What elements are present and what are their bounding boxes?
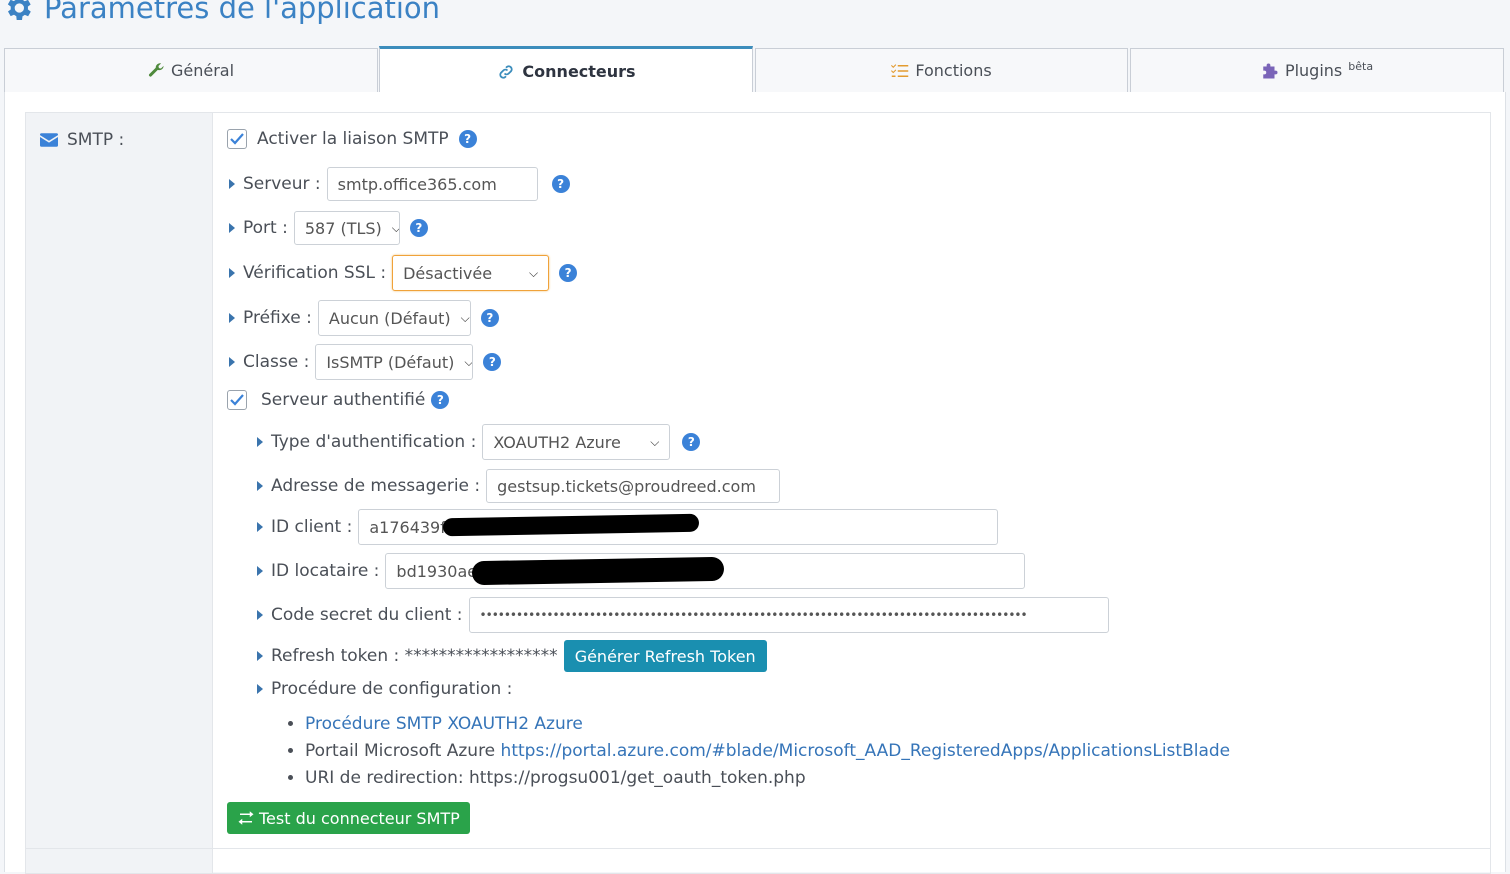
client-id-input[interactable]: a176439f: [358, 509, 999, 545]
help-icon[interactable]: ?: [559, 264, 578, 282]
port-select[interactable]: 587 (TLS)⌵: [293, 211, 400, 245]
auth-row: Serveur authentifié ?: [227, 390, 450, 410]
class-label: Classe :: [243, 352, 310, 372]
enable-smtp-row: Activer la liaison SMTP ?: [227, 129, 477, 149]
ssl-label: Vérification SSL :: [243, 263, 387, 283]
chevron-down-icon: ⌵: [392, 221, 399, 236]
procedure-link[interactable]: Procédure SMTP XOAUTH2 Azure: [305, 714, 583, 734]
portal-link[interactable]: https://portal.azure.com/#blade/Microsof…: [501, 741, 1231, 761]
help-icon[interactable]: ?: [431, 391, 450, 409]
caret-right-icon: [257, 684, 263, 694]
secret-row: Code secret du client : ••••••••••••••••…: [257, 597, 1109, 633]
generate-refresh-token-button[interactable]: Générer Refresh Token: [563, 640, 767, 672]
list-item: Portail Microsoft Azure https://portal.a…: [305, 738, 1230, 765]
server-label: Serveur :: [243, 174, 321, 194]
help-icon[interactable]: ?: [551, 175, 570, 193]
page-title: Paramètres de l'application: [2, 0, 440, 28]
tab-panel-connecteurs: SMTP : Activer la liaison SMTP ? Serveur…: [4, 92, 1506, 874]
caret-right-icon: [229, 357, 235, 367]
section-label-column: SMTP :: [26, 113, 213, 873]
redaction-mark: [443, 513, 700, 537]
exchange-icon: [238, 811, 254, 825]
chevron-down-icon: ⌵: [464, 354, 474, 369]
auth-checkbox[interactable]: [227, 390, 247, 410]
help-icon[interactable]: ?: [483, 353, 502, 371]
tenant-row: ID locataire : bd1930ae: [257, 553, 1026, 589]
list-item: Procédure SMTP XOAUTH2 Azure: [305, 711, 1230, 738]
list-item: URI de redirection: https://progsu001/ge…: [305, 765, 1230, 792]
tab-fonctions[interactable]: Fonctions: [755, 48, 1128, 92]
tenant-label: ID locataire :: [271, 561, 380, 581]
prefix-row: Préfixe : Aucun (Défaut) ⌵ ?: [229, 300, 499, 336]
secret-label: Code secret du client :: [271, 605, 463, 625]
chevron-down-icon: ⌵: [529, 265, 539, 280]
server-input[interactable]: smtp.office365.com: [326, 167, 538, 201]
caret-right-icon: [257, 522, 263, 532]
checkmark-icon: [230, 133, 244, 145]
enable-smtp-label: Activer la liaison SMTP: [257, 129, 449, 149]
procedure-list: Procédure SMTP XOAUTH2 Azure Portail Mic…: [285, 711, 1230, 792]
redirect-uri-text: URI de redirection: https://progsu001/ge…: [305, 768, 806, 788]
caret-right-icon: [229, 313, 235, 323]
auth-label: Serveur authentifié: [261, 390, 426, 410]
mail-label: Adresse de messagerie :: [271, 476, 481, 496]
caret-right-icon: [257, 481, 263, 491]
refresh-row: Refresh token : ****************** Génér…: [257, 640, 767, 672]
help-icon[interactable]: ?: [480, 309, 499, 327]
section-divider: [26, 848, 1490, 849]
help-icon[interactable]: ?: [682, 433, 701, 451]
caret-right-icon: [257, 610, 263, 620]
enable-smtp-checkbox[interactable]: [227, 129, 247, 149]
port-row: Port : 587 (TLS)⌵ ?: [229, 211, 428, 245]
procedure-row: Procédure de configuration :: [257, 679, 512, 699]
tab-connecteurs[interactable]: Connecteurs: [379, 46, 753, 94]
caret-right-icon: [229, 268, 235, 278]
auth-type-row: Type d'authentification : XOAUTH2 Azure ⌵…: [257, 424, 701, 460]
caret-right-icon: [229, 179, 235, 189]
class-row: Classe : IsSMTP (Défaut) ⌵ ?: [229, 344, 502, 380]
auth-type-select[interactable]: XOAUTH2 Azure ⌵: [482, 424, 671, 460]
puzzle-icon: [1263, 63, 1278, 78]
beta-badge: bêta: [1348, 60, 1374, 73]
mail-input[interactable]: gestsup.tickets@proudreed.com: [486, 469, 781, 503]
procedure-label: Procédure de configuration :: [271, 679, 513, 699]
gear-icon: [7, 0, 31, 20]
chevron-down-icon: ⌵: [460, 310, 470, 325]
help-icon[interactable]: ?: [409, 219, 428, 237]
chevron-down-icon: ⌵: [650, 434, 660, 449]
tenant-input[interactable]: bd1930ae: [385, 553, 1026, 589]
smtp-section: SMTP : Activer la liaison SMTP ? Serveur…: [25, 112, 1491, 874]
wrench-icon: [148, 63, 164, 77]
ssl-select[interactable]: Désactivée ⌵: [392, 255, 550, 291]
tab-plugins[interactable]: Plugins bêta: [1130, 48, 1504, 92]
checkmark-icon: [230, 394, 244, 406]
help-icon[interactable]: ?: [458, 130, 477, 148]
redaction-mark: [472, 556, 725, 586]
tab-bar: Général Connecteurs Fonctions Plugins bêt…: [4, 46, 1504, 94]
page-title-text: Paramètres de l'application: [44, 0, 441, 25]
tab-general[interactable]: Général: [4, 48, 378, 92]
ssl-row: Vérification SSL : Désactivée ⌵ ?: [229, 255, 578, 291]
link-icon: [499, 64, 513, 79]
caret-right-icon: [257, 437, 263, 447]
client-id-label: ID client :: [271, 517, 353, 537]
secret-input[interactable]: ••••••••••••••••••••••••••••••••••••••••…: [468, 597, 1109, 633]
auth-type-label: Type d'authentification :: [271, 432, 477, 452]
prefix-label: Préfixe :: [243, 308, 312, 328]
caret-right-icon: [229, 223, 235, 233]
client-id-row: ID client : a176439f: [257, 509, 999, 545]
mail-row: Adresse de messagerie : gestsup.tickets@…: [257, 469, 781, 503]
prefix-select[interactable]: Aucun (Défaut) ⌵: [317, 300, 471, 336]
caret-right-icon: [257, 566, 263, 576]
class-select[interactable]: IsSMTP (Défaut) ⌵: [315, 344, 474, 380]
list-icon: [891, 63, 909, 77]
envelope-icon: [40, 133, 58, 147]
server-row: Serveur : smtp.office365.com ?: [229, 167, 570, 201]
caret-right-icon: [257, 651, 263, 661]
test-smtp-button[interactable]: Test du connecteur SMTP: [227, 802, 470, 834]
smtp-section-label: SMTP :: [40, 130, 124, 150]
port-label: Port :: [243, 218, 288, 238]
refresh-label: Refresh token : ******************: [271, 646, 558, 666]
